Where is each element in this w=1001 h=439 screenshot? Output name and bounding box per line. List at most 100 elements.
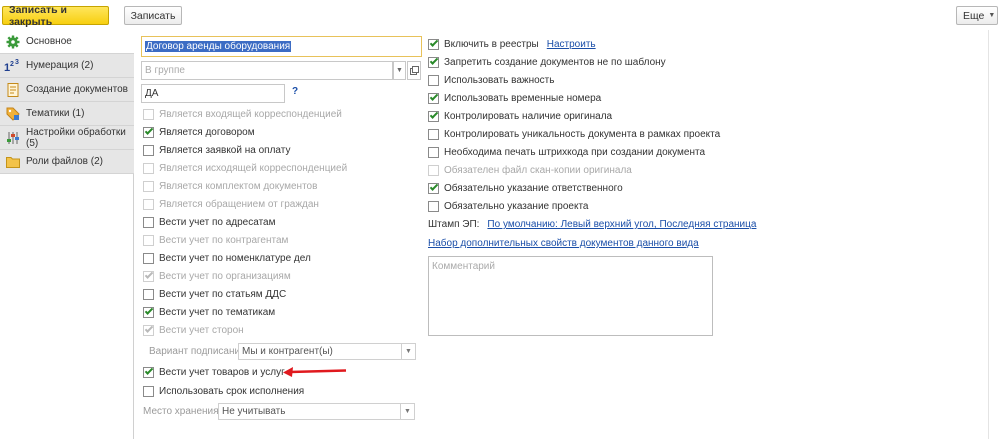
group-placeholder: В группе — [145, 65, 185, 76]
checkbox-track-topics[interactable]: Вести учет по тематикам — [143, 305, 275, 319]
sidebar-item-main[interactable]: Основное — [0, 30, 134, 54]
help-icon[interactable]: ? — [292, 86, 298, 97]
checkbox-track-goods-services[interactable]: Вести учет товаров и услуг — [143, 365, 285, 379]
checkbox-temp-numbers[interactable]: Использовать временные номера — [428, 91, 601, 105]
checkbox-box — [143, 288, 154, 300]
checkbox-box — [143, 126, 154, 138]
save-button[interactable]: Записать — [124, 6, 182, 25]
checkbox-outgoing-correspondence[interactable]: Является исходящей корреспонденцией — [143, 161, 347, 175]
check-icon — [144, 366, 153, 375]
checkbox-is-contract[interactable]: Является договором — [143, 125, 255, 139]
sidebar-item-processing-settings[interactable]: Настройки обработки (5) — [0, 126, 134, 150]
sidebar: Основное 123 Нумерация (2) Создание доку… — [0, 30, 134, 439]
code-value: ДА — [145, 88, 159, 99]
checkbox-label: Вести учет товаров и услуг — [159, 366, 285, 378]
check-icon — [429, 92, 438, 101]
sidebar-item-label: Настройки обработки (5) — [26, 126, 126, 149]
signing-value: Мы и контрагент(ы) — [242, 346, 333, 357]
gear-icon — [0, 35, 26, 49]
code-input[interactable]: ДА — [141, 84, 285, 103]
checkbox-box — [143, 234, 154, 246]
checkbox-box — [428, 146, 439, 158]
stamp-link[interactable]: По умолчанию: Левый верхний угол, Послед… — [487, 219, 756, 230]
comment-placeholder: Комментарий — [432, 261, 495, 272]
checkbox-use-deadline[interactable]: Использовать срок исполнения — [143, 384, 304, 398]
chevron-down-icon: ▼ — [401, 344, 415, 359]
checkbox-label: Является договором — [159, 126, 255, 138]
checkbox-box — [428, 56, 439, 68]
sidebar-item-label: Основное — [26, 36, 72, 47]
checkbox-scan-required[interactable]: Обязателен файл скан-копии оригинала — [428, 163, 632, 177]
sidebar-item-label: Нумерация (2) — [26, 60, 94, 71]
check-icon — [429, 182, 438, 191]
svg-text:2: 2 — [10, 61, 14, 68]
checkbox-label: Контролировать наличие оригинала — [444, 110, 613, 122]
checkbox-box — [428, 110, 439, 122]
checkbox-use-importance[interactable]: Использовать важность — [428, 73, 554, 87]
checkbox-box — [143, 108, 154, 120]
checkbox-citizen-appeal[interactable]: Является обращением от граждан — [143, 197, 319, 211]
checkbox-track-counterparties[interactable]: Вести учет по контрагентам — [143, 233, 288, 247]
checkbox-box — [428, 38, 439, 50]
checkbox-payment-request[interactable]: Является заявкой на оплату — [143, 143, 290, 157]
storage-select[interactable]: Не учитывать ▼ — [218, 403, 415, 420]
chevron-down-icon: ▼ — [396, 67, 403, 74]
sidebar-item-topics[interactable]: Тематики (1) — [0, 102, 134, 126]
checkbox-label: Включить в реестры — [444, 38, 539, 50]
name-value: Договор аренды оборудования — [145, 41, 292, 52]
configure-link[interactable]: Настроить — [547, 39, 596, 50]
checkbox-box — [143, 180, 154, 192]
folder-icon — [0, 156, 26, 168]
checkbox-box — [143, 216, 154, 228]
checkbox-box — [143, 306, 154, 318]
checkbox-project-required[interactable]: Обязательно указание проекта — [428, 199, 589, 213]
checkbox-control-original[interactable]: Контролировать наличие оригинала — [428, 109, 612, 123]
checkbox-label: Необходима печать штрихкода при создании… — [444, 146, 706, 158]
group-input[interactable]: В группе — [141, 61, 393, 80]
signing-select[interactable]: Мы и контрагент(ы) ▼ — [238, 343, 416, 360]
check-icon — [144, 306, 153, 315]
sidebar-item-create-documents[interactable]: Создание документов — [0, 78, 134, 102]
checkbox-control-uniqueness[interactable]: Контролировать уникальность документа в … — [428, 127, 720, 141]
checkbox-track-sides[interactable]: Вести учет сторон — [143, 323, 244, 337]
more-button[interactable]: Еще ▼ — [956, 6, 998, 25]
additional-properties-link[interactable]: Набор дополнительных свойств документов … — [428, 238, 699, 249]
sidebar-item-numbering[interactable]: 123 Нумерация (2) — [0, 54, 134, 78]
checkbox-box — [428, 182, 439, 194]
checkbox-print-barcode[interactable]: Необходима печать штрихкода при создании… — [428, 145, 705, 159]
comment-textarea[interactable]: Комментарий — [428, 256, 713, 336]
checkbox-box — [143, 144, 154, 156]
group-dropdown-button[interactable]: ▼ — [393, 61, 406, 80]
check-icon — [429, 38, 438, 47]
checkbox-label: Контролировать уникальность документа в … — [444, 128, 721, 140]
checkbox-track-dds[interactable]: Вести учет по статьям ДДС — [143, 287, 286, 301]
right-divider — [988, 30, 989, 439]
checkbox-box — [428, 164, 439, 176]
checkbox-box — [143, 385, 154, 397]
name-input[interactable]: Договор аренды оборудования — [141, 36, 422, 57]
save-and-close-button[interactable]: Записать и закрыть — [2, 4, 109, 28]
numbering-icon: 123 — [0, 59, 26, 73]
checkbox-box — [428, 74, 439, 86]
checkbox-track-organizations[interactable]: Вести учет по организациям — [143, 269, 291, 283]
checkbox-responsible-required[interactable]: Обязательно указание ответственного — [428, 181, 623, 195]
open-icon — [409, 66, 419, 75]
signing-label: Вариант подписания: — [149, 345, 249, 357]
checkbox-include-registers[interactable]: Включить в реестры Настроить — [428, 37, 596, 51]
checkbox-forbid-non-template[interactable]: Запретить создание документов не по шабл… — [428, 55, 666, 69]
checkbox-label: Вести учет по организациям — [159, 270, 291, 282]
checkbox-box — [428, 128, 439, 140]
check-icon — [429, 110, 438, 119]
sidebar-item-file-roles[interactable]: Роли файлов (2) — [0, 150, 134, 174]
checkbox-track-nomenclature[interactable]: Вести учет по номенклатуре дел — [143, 251, 311, 265]
checkbox-document-set[interactable]: Является комплектом документов — [143, 179, 317, 193]
stamp-row: Штамп ЭП: По умолчанию: Левый верхний уг… — [428, 219, 756, 230]
group-open-button[interactable] — [407, 61, 421, 80]
checkbox-track-addressees[interactable]: Вести учет по адресатам — [143, 215, 276, 229]
svg-text:3: 3 — [15, 59, 19, 66]
checkbox-label: Вести учет по статьям ДДС — [159, 288, 287, 300]
checkbox-label: Вести учет по тематикам — [159, 306, 276, 318]
check-icon — [144, 270, 153, 279]
checkbox-box — [143, 324, 154, 336]
checkbox-incoming-correspondence[interactable]: Является входящей корреспонденцией — [143, 107, 342, 121]
